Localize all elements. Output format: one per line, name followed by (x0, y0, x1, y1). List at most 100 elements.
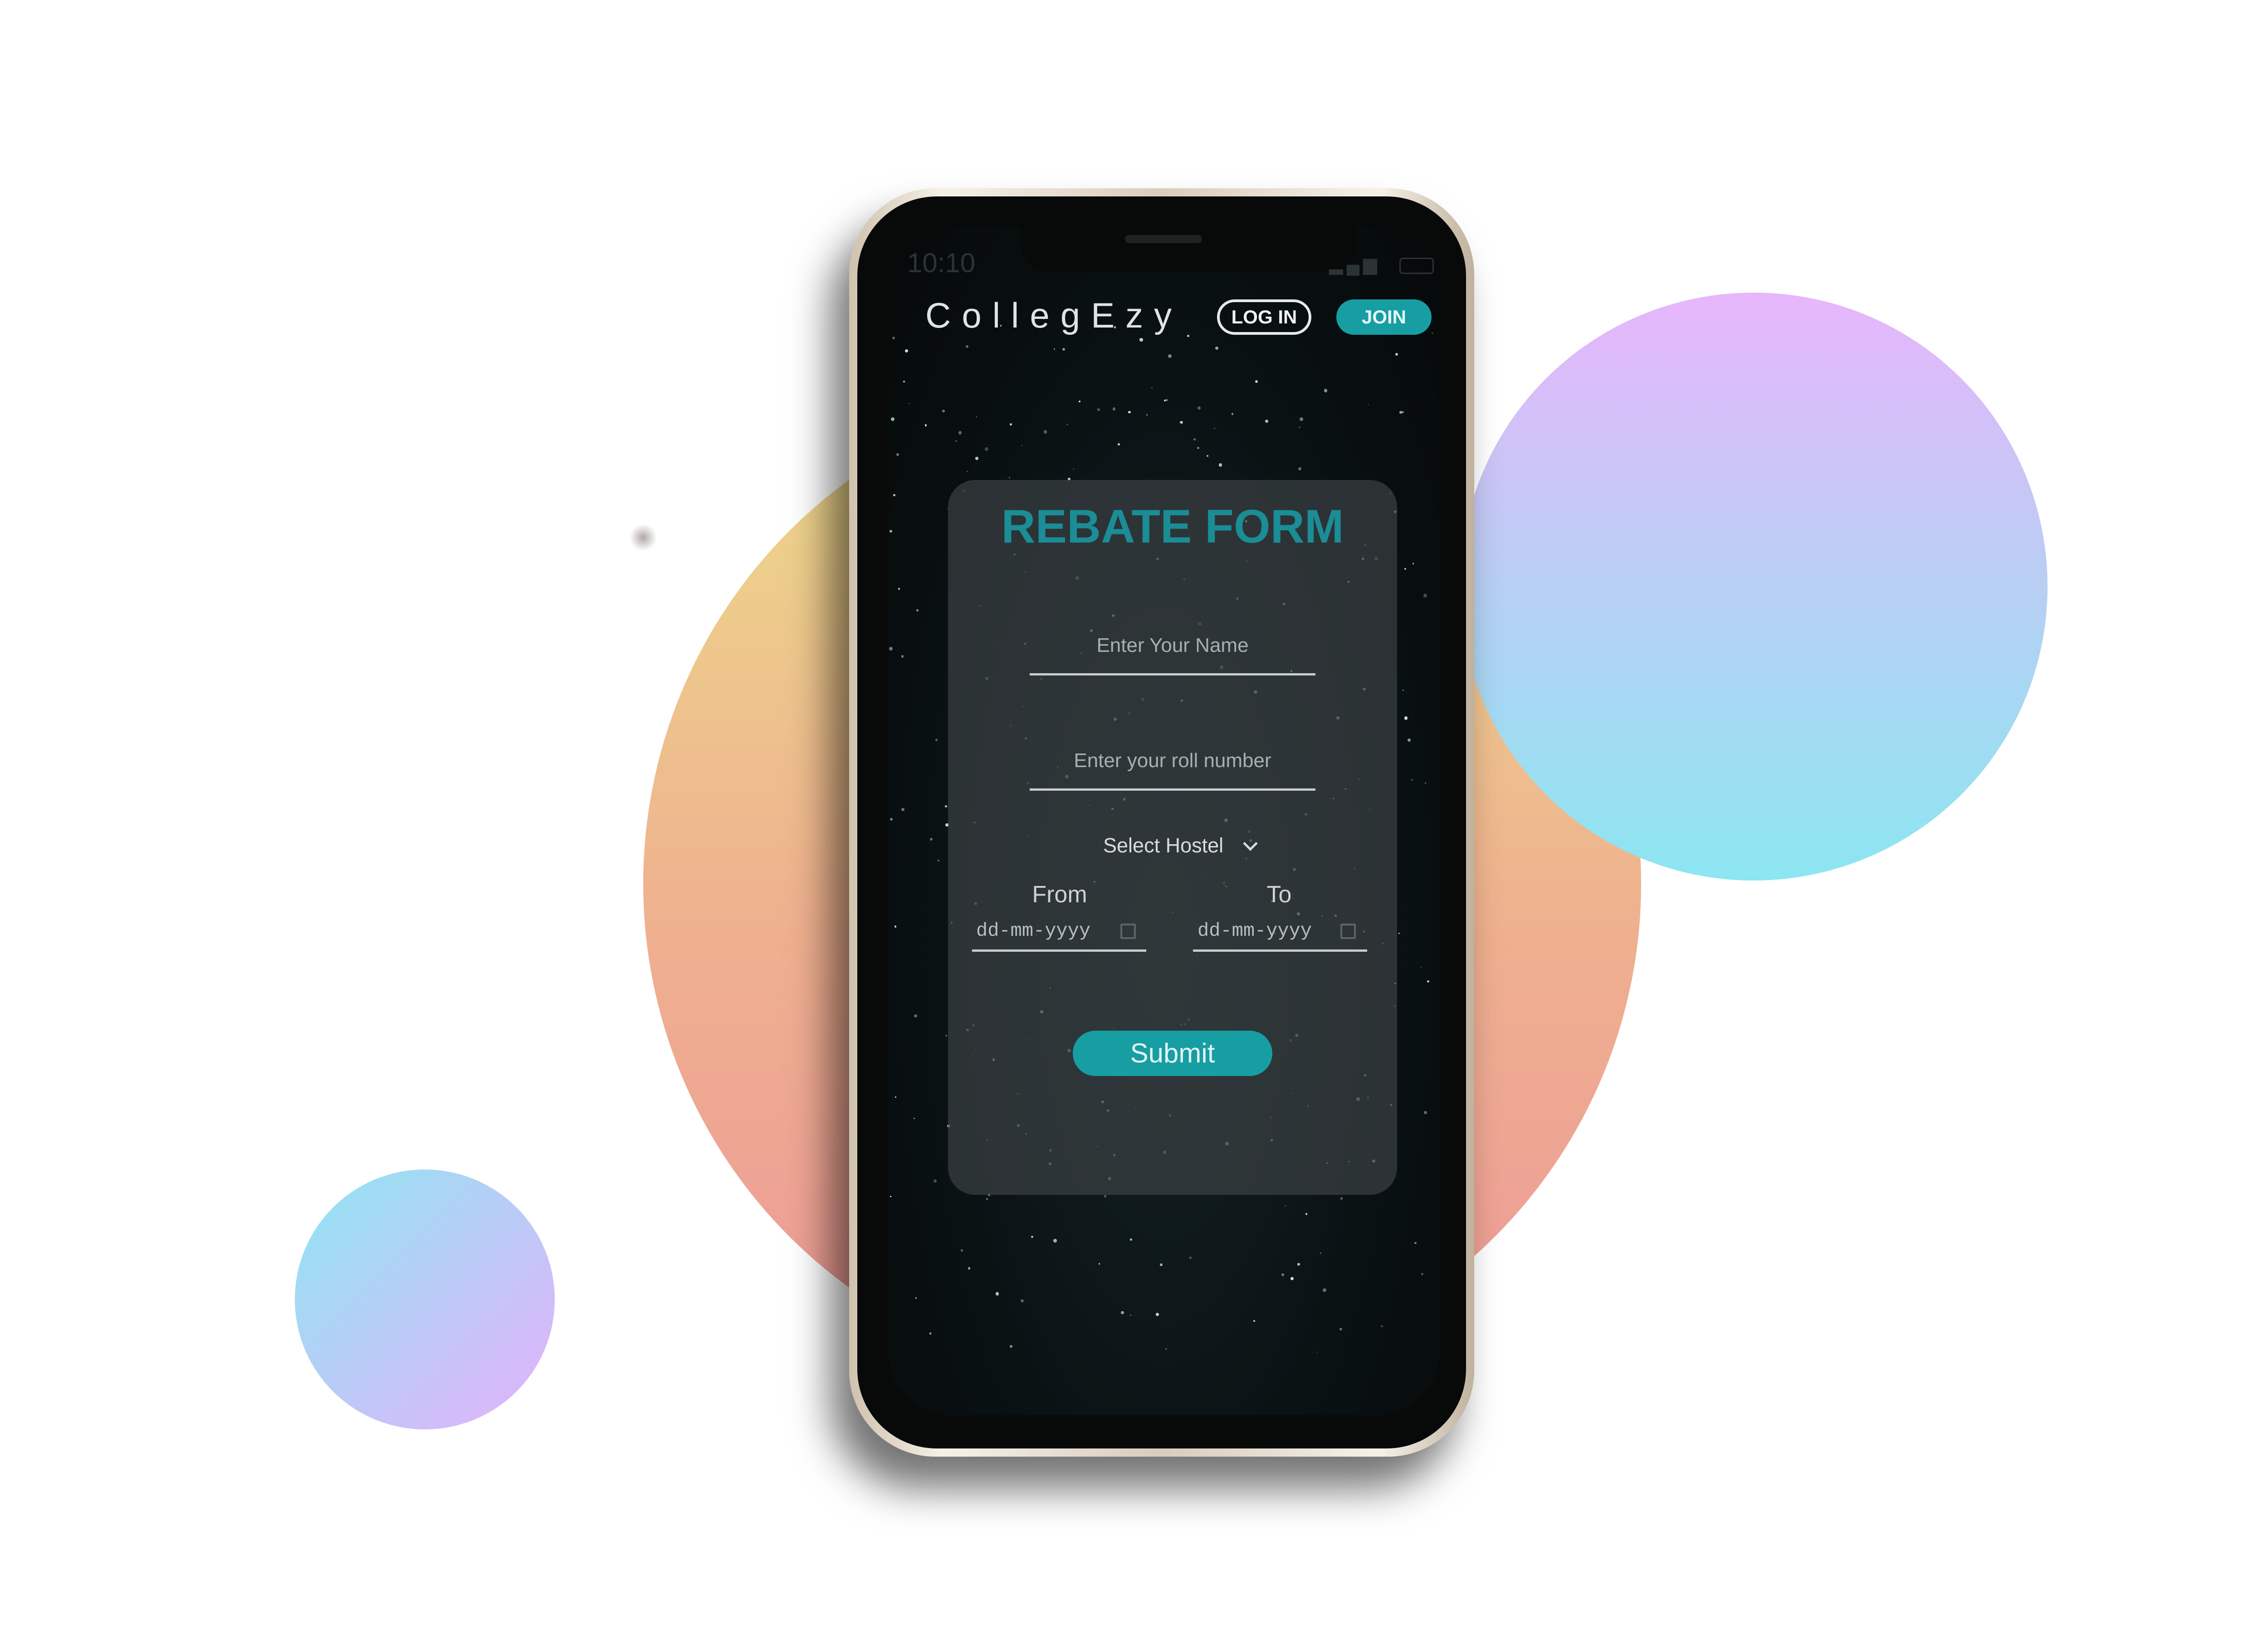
star (1255, 380, 1258, 383)
phone-speaker (1125, 235, 1202, 243)
star (975, 457, 978, 460)
star (1281, 1273, 1284, 1276)
star (1043, 430, 1047, 434)
to-date-input[interactable]: dd-mm-yyyy (1198, 920, 1312, 942)
star (893, 494, 896, 496)
name-input[interactable]: Enter Your Name (1030, 634, 1315, 657)
star (890, 817, 893, 821)
star (1231, 413, 1233, 415)
from-label: From (1032, 881, 1087, 908)
star (1053, 348, 1055, 350)
star (1300, 417, 1304, 421)
star (1066, 424, 1068, 426)
star (944, 805, 947, 807)
star (891, 417, 895, 421)
star (1324, 389, 1328, 392)
star (1404, 568, 1406, 570)
star (1305, 1213, 1307, 1215)
star (955, 440, 958, 442)
star (1073, 468, 1075, 470)
star (1380, 1325, 1383, 1328)
star (1097, 408, 1100, 411)
star (1399, 411, 1402, 414)
star (1120, 1311, 1124, 1315)
star (1129, 1238, 1132, 1241)
star (1104, 1195, 1107, 1198)
to-date-underline (1193, 949, 1367, 952)
submit-button[interactable]: Submit (1073, 1031, 1272, 1076)
star (976, 416, 978, 418)
to-label: To (1266, 881, 1292, 908)
bg-circle-small (295, 1169, 555, 1429)
star (905, 349, 909, 352)
star (1339, 1328, 1343, 1331)
star (1215, 347, 1218, 350)
star (1180, 421, 1183, 424)
star (1421, 967, 1422, 969)
star (895, 1096, 897, 1098)
star (1146, 414, 1148, 416)
star (966, 345, 968, 348)
star (1098, 1262, 1100, 1265)
star (1151, 387, 1153, 389)
star (1421, 1273, 1424, 1275)
star (1299, 426, 1300, 428)
star (1290, 1277, 1294, 1281)
star (1168, 354, 1172, 358)
star (901, 808, 905, 812)
star (1053, 1238, 1057, 1243)
brand-logo[interactable]: CollegEzy (925, 295, 1183, 336)
star (1189, 1257, 1192, 1259)
star (1207, 455, 1209, 457)
star (1021, 1299, 1024, 1303)
star (1320, 1252, 1321, 1254)
star (1368, 404, 1369, 406)
star (1193, 438, 1196, 440)
calendar-icon[interactable] (1120, 924, 1136, 939)
battery-icon (1399, 258, 1434, 274)
star (1413, 563, 1414, 565)
signal-icon: ▂▄▆ (1329, 254, 1381, 274)
star (1340, 1197, 1343, 1200)
calendar-icon[interactable] (1340, 924, 1356, 939)
star (889, 647, 893, 651)
star (1112, 407, 1116, 411)
star (929, 1332, 932, 1335)
star (1165, 1348, 1167, 1350)
star (1213, 427, 1215, 429)
star (898, 588, 900, 590)
join-button[interactable]: JOIN (1336, 299, 1432, 335)
star (958, 431, 962, 435)
star (1323, 1288, 1327, 1292)
star (1404, 716, 1408, 720)
star (1398, 933, 1400, 934)
from-date-input[interactable]: dd-mm-yyyy (976, 920, 1090, 942)
star (1198, 406, 1201, 410)
star (1402, 690, 1404, 691)
star (903, 381, 905, 383)
star (1187, 335, 1190, 338)
star (1297, 1263, 1300, 1266)
star (945, 1034, 947, 1037)
star (937, 860, 939, 862)
star (1253, 1320, 1256, 1322)
star (1432, 332, 1434, 334)
star (915, 1297, 917, 1299)
star (924, 424, 927, 426)
star (968, 1267, 971, 1270)
star (1424, 1111, 1427, 1114)
star (1130, 1315, 1131, 1316)
star (1031, 1236, 1034, 1238)
login-button[interactable]: LOG IN (1217, 299, 1311, 335)
star (1424, 783, 1426, 784)
star (933, 1179, 937, 1183)
roll-number-input[interactable]: Enter your roll number (1030, 749, 1315, 772)
star (1197, 446, 1199, 450)
hostel-select[interactable]: Select Hostel (1103, 834, 1223, 857)
star (1298, 467, 1302, 471)
star (1411, 779, 1413, 781)
from-date-underline (972, 949, 1146, 952)
bg-dot (630, 524, 657, 551)
star (1414, 1242, 1417, 1244)
star (1423, 593, 1427, 597)
